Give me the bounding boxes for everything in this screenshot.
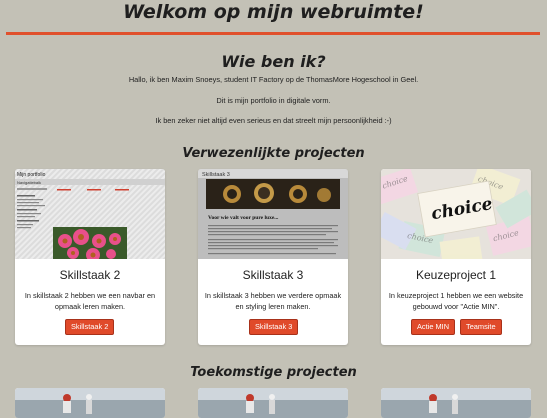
card-title: Skillstaak 3 [242, 268, 304, 282]
projects-heading: Verwezenlijkte projecten [182, 146, 365, 161]
future-thumbnail [198, 388, 348, 418]
title-divider [6, 32, 540, 35]
about-heading: Wie ben ik? [221, 52, 326, 71]
card-description: In skillstaak 3 hebben we verdere opmaak… [204, 291, 342, 311]
future-thumbnail [15, 388, 165, 418]
project-card-skillstaak-3: Skillstaak 3 Voor wie valt voor pure lux… [198, 169, 348, 345]
future-project-card [15, 388, 165, 418]
card-description: In skillstaak 2 hebben we een navbar en … [24, 291, 156, 311]
future-project-card [198, 388, 348, 418]
actie-min-button[interactable]: Actie MIN [411, 319, 456, 335]
skillstaak-3-button[interactable]: Skillstaak 3 [249, 319, 299, 335]
skillstaak-2-button[interactable]: Skillstaak 2 [65, 319, 115, 335]
about-paragraph: Ik ben zeker niet altijd even serieus en… [155, 116, 392, 125]
future-project-card [381, 388, 531, 418]
thumb-tagline: Voor wie valt voor pure luxe... [208, 215, 279, 221]
project-thumbnail: Skillstaak 3 Voor wie valt voor pure lux… [198, 169, 348, 259]
project-thumbnail: choice choice choice choice choice [381, 169, 531, 259]
card-description: In keuzeproject 1 hebben we een website … [388, 291, 524, 311]
project-card-skillstaak-2: Mijn portfolio Navigatiebalk Skillstaak … [15, 169, 165, 345]
thumb-nav-label: Navigatiebalk [17, 180, 41, 185]
card-title: Skillstaak 2 [59, 268, 121, 282]
card-title: Keuzeproject 1 [415, 268, 497, 282]
project-thumbnail: Mijn portfolio Navigatiebalk [15, 169, 165, 259]
future-projects-heading: Toekomstige projecten [190, 365, 357, 380]
thumb-page-title: Skillstaak 3 [202, 172, 230, 178]
thumb-page-title: Mijn portfolio [17, 172, 46, 178]
project-card-keuzeproject-1: choice choice choice choice choice Keuze… [381, 169, 531, 345]
page-title: Welkom op mijn webruimte! [123, 1, 424, 23]
future-thumbnail [381, 388, 531, 418]
teamsite-button[interactable]: Teamsite [460, 319, 502, 335]
about-paragraph: Dit is mijn portfolio in digitale vorm. [216, 96, 331, 105]
about-paragraph: Hallo, ik ben Maxim Snoeys, student IT F… [128, 75, 419, 84]
